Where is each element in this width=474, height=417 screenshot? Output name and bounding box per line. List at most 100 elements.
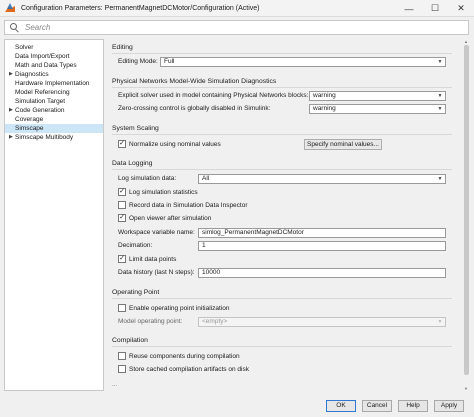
sidebar-item-label: Code Generation [15, 107, 65, 114]
minimize-button[interactable]: — [396, 0, 422, 17]
sidebar-item-data-import-export[interactable]: Data Import/Export [5, 52, 103, 61]
search-box[interactable] [4, 20, 469, 35]
expand-arrow-icon[interactable]: ▶ [9, 106, 13, 115]
search-input[interactable] [25, 23, 455, 32]
editing-mode-select[interactable]: Full ▼ [160, 57, 446, 67]
section-divider [112, 346, 452, 347]
cancel-button[interactable]: Cancel [362, 400, 392, 412]
sidebar-item-code-generation[interactable]: ▶ Code Generation [5, 106, 103, 115]
zero-crossing-select[interactable]: warning ▼ [309, 104, 446, 114]
dialog-footer: OK Cancel Help Apply [0, 395, 474, 417]
decimation-label: Decimation: [118, 242, 153, 249]
apply-button[interactable]: Apply [434, 400, 464, 412]
section-title-operating-point: Operating Point [112, 289, 160, 296]
section-title-physical-networks: Physical Networks Model-Wide Simulation … [112, 78, 277, 85]
explicit-solver-value: warning [313, 92, 336, 99]
chevron-down-icon: ▼ [437, 59, 443, 65]
sidebar-item-label: Simscape [15, 125, 44, 132]
log-statistics-label: Log simulation statistics [129, 189, 198, 196]
section-title-data-logging: Data Logging [112, 160, 153, 167]
workspace-variable-label: Workspace variable name: [118, 229, 195, 236]
section-title-editing: Editing [112, 44, 133, 51]
data-history-label: Data history (last N steps): [118, 269, 195, 276]
record-sdi-label: Record data in Simulation Data Inspector [129, 202, 248, 209]
maximize-button[interactable]: ☐ [422, 0, 448, 17]
close-button[interactable]: ✕ [448, 0, 474, 17]
scroll-up-icon[interactable]: ▲ [464, 39, 468, 44]
search-icon [10, 22, 20, 33]
title-bar: Configuration Parameters: PermanentMagne… [0, 0, 474, 17]
scroll-down-icon[interactable]: ▼ [464, 386, 468, 391]
specify-nominal-values-button[interactable]: Specify nominal values... [304, 139, 382, 150]
log-statistics-checkbox[interactable]: ✓ [118, 188, 126, 196]
zero-crossing-label: Zero-crossing control is globally disabl… [118, 105, 271, 112]
editing-mode-value: Full [164, 58, 175, 65]
decimation-input[interactable]: 1 [198, 241, 446, 251]
category-tree: Solver Data Import/Export Math and Data … [4, 39, 104, 391]
chevron-down-icon: ▼ [437, 106, 443, 112]
sidebar-item-simulation-target[interactable]: Simulation Target [5, 97, 103, 106]
log-simulation-data-value: All [202, 175, 210, 182]
model-operating-point-label: Model operating point: [118, 318, 183, 325]
sidebar-item-coverage[interactable]: Coverage [5, 115, 103, 124]
sidebar-item-solver[interactable]: Solver [5, 43, 103, 52]
ok-button[interactable]: OK [326, 400, 356, 412]
workspace-variable-input[interactable]: simlog_PermanentMagnetDCMotor [198, 228, 446, 238]
section-title-compilation: Compilation [112, 337, 148, 344]
open-viewer-label: Open viewer after simulation [129, 215, 212, 222]
model-operating-point-value: <empty> [202, 318, 228, 325]
sidebar-item-label: Coverage [15, 116, 44, 123]
sidebar-item-label: Simscape Multibody [15, 134, 74, 141]
store-cached-artifacts-label: Store cached compilation artifacts on di… [129, 366, 249, 373]
sidebar-item-label: Model Referencing [15, 89, 70, 96]
sidebar-item-simscape-multibody[interactable]: ▶ Simscape Multibody [5, 133, 103, 142]
record-sdi-checkbox[interactable] [118, 201, 126, 209]
zero-crossing-value: warning [313, 105, 336, 112]
sidebar-item-diagnostics[interactable]: ▶ Diagnostics [5, 70, 103, 79]
chevron-down-icon: ▼ [437, 176, 443, 182]
normalize-checkbox[interactable]: ✓ [118, 140, 126, 148]
section-divider [112, 134, 452, 135]
more-indicator: ... [112, 381, 118, 388]
expand-arrow-icon[interactable]: ▶ [9, 70, 13, 79]
expand-arrow-icon[interactable]: ▶ [9, 133, 13, 142]
sidebar-item-label: Simulation Target [15, 98, 66, 105]
explicit-solver-select[interactable]: warning ▼ [309, 91, 446, 101]
window-controls: — ☐ ✕ [396, 0, 474, 17]
reuse-components-checkbox[interactable] [118, 352, 126, 360]
section-divider [112, 53, 452, 54]
log-simulation-data-select[interactable]: All ▼ [198, 174, 446, 184]
section-divider [112, 87, 452, 88]
sidebar-item-label: Diagnostics [15, 71, 49, 78]
window-title: Configuration Parameters: PermanentMagne… [21, 4, 260, 12]
section-divider [112, 298, 452, 299]
open-viewer-checkbox[interactable]: ✓ [118, 214, 126, 222]
sidebar-item-label: Math and Data Types [15, 62, 77, 69]
data-history-input[interactable]: 10000 [198, 268, 446, 278]
help-button[interactable]: Help [398, 400, 428, 412]
reuse-components-label: Reuse components during compilation [129, 353, 240, 360]
sidebar-item-label: Hardware Implementation [15, 80, 90, 87]
limit-data-points-checkbox[interactable]: ✓ [118, 255, 126, 263]
editing-mode-label: Editing Mode: [118, 58, 158, 65]
chevron-down-icon: ▼ [437, 93, 443, 99]
enable-operating-point-label: Enable operating point initialization [129, 305, 230, 312]
limit-data-points-label: Limit data points [129, 256, 177, 263]
scrollbar-thumb[interactable] [464, 45, 469, 375]
model-operating-point-select[interactable]: <empty> ▼ [198, 317, 446, 327]
settings-panel: Editing Editing Mode: Full ▼ Physical Net… [108, 39, 463, 391]
enable-operating-point-checkbox[interactable] [118, 304, 126, 312]
content-scrollbar[interactable]: ▲ ▼ [463, 39, 470, 391]
normalize-label: Normalize using nominal values [129, 141, 221, 148]
explicit-solver-label: Explicit solver used in model containing… [118, 92, 309, 99]
sidebar-item-hardware-implementation[interactable]: Hardware Implementation [5, 79, 103, 88]
log-simulation-data-label: Log simulation data: [118, 175, 177, 182]
matlab-logo-icon [5, 3, 15, 13]
sidebar-item-model-referencing[interactable]: Model Referencing [5, 88, 103, 97]
store-cached-artifacts-checkbox[interactable] [118, 365, 126, 373]
sidebar-item-simscape[interactable]: Simscape [5, 124, 103, 133]
sidebar-item-math-data-types[interactable]: Math and Data Types [5, 61, 103, 70]
sidebar-item-label: Solver [15, 44, 34, 51]
section-divider [112, 169, 452, 170]
section-title-system-scaling: System Scaling [112, 125, 159, 132]
